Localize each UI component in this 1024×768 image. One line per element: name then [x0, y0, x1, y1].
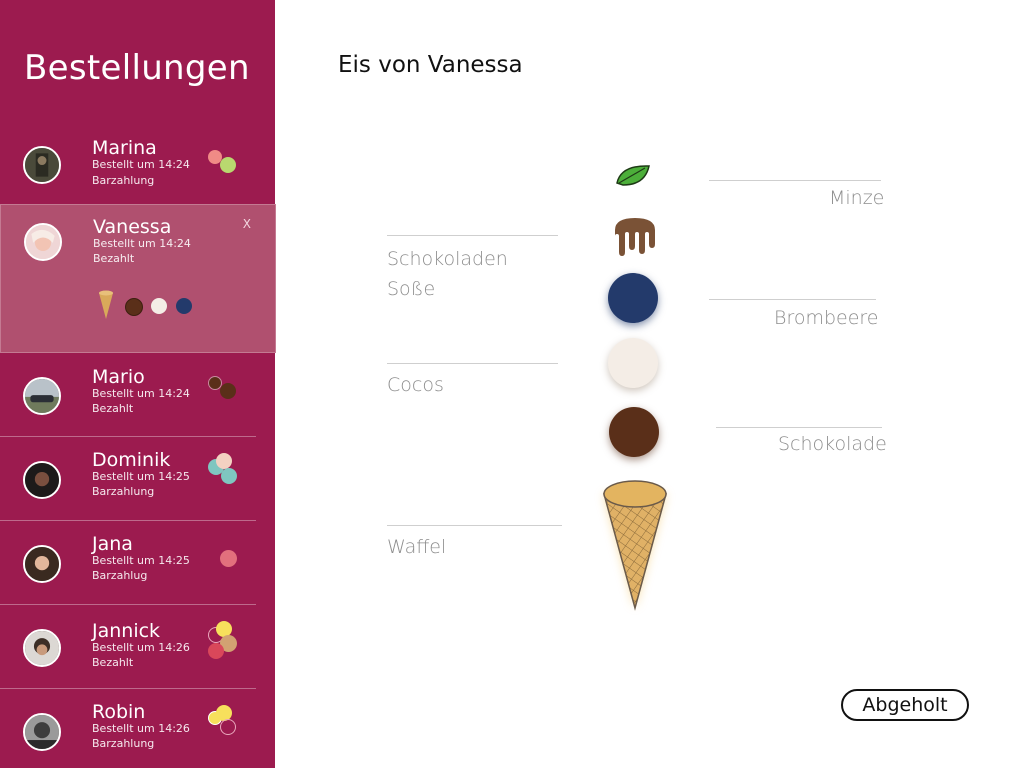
order-name: Vanessa	[93, 216, 172, 238]
flavor-dot	[151, 298, 167, 314]
order-time: Bestellt um 14:26	[92, 722, 190, 735]
flavor-dot	[220, 157, 236, 173]
flavor-dot	[220, 383, 236, 399]
topping-label-sauce-1: Schokoladen	[387, 248, 508, 270]
avatar	[23, 461, 61, 499]
label-line	[387, 525, 562, 526]
orders-sidebar: Bestellungen Marina Bestellt um 14:24 Ba…	[0, 0, 276, 768]
waffle-cone-icon	[603, 480, 667, 611]
avatar	[23, 629, 61, 667]
label-line	[716, 427, 882, 428]
sidebar-title: Bestellungen	[24, 48, 250, 88]
scoop-schokolade	[609, 407, 659, 457]
order-name: Marina	[92, 137, 157, 159]
close-icon[interactable]: X	[243, 217, 251, 231]
waffle-cone-icon	[99, 290, 113, 319]
flavor-dot	[220, 550, 237, 567]
order-payment: Barzahlung	[92, 485, 155, 498]
scoop-brombeere	[608, 273, 658, 323]
order-payment: Barzahlung	[92, 174, 155, 187]
topping-label-cocos: Cocos	[387, 374, 444, 396]
order-time: Bestellt um 14:26	[92, 641, 190, 654]
chocolate-sauce-icon	[615, 218, 655, 256]
avatar	[24, 223, 62, 261]
label-line	[387, 235, 558, 236]
label-line	[709, 299, 876, 300]
order-item-dominik[interactable]: Dominik Bestellt um 14:25 Barzahlung	[0, 437, 275, 520]
order-payment: Bezahlt	[93, 252, 135, 265]
order-time: Bestellt um 14:24	[93, 237, 191, 250]
topping-label-waffel: Waffel	[387, 536, 447, 558]
flavor-dot	[216, 453, 232, 469]
label-line	[387, 363, 558, 364]
topping-label-schokolade: Schokolade	[778, 433, 887, 455]
avatar	[23, 713, 61, 751]
order-payment: Barzahlug	[92, 569, 148, 582]
order-item-jana[interactable]: Jana Bestellt um 14:25 Barzahlug	[0, 521, 275, 604]
order-item-jannick[interactable]: Jannick Bestellt um 14:26 Bezahlt	[0, 605, 275, 688]
avatar	[23, 377, 61, 415]
flavor-dot	[221, 468, 237, 484]
flavor-dot	[208, 643, 224, 659]
mint-leaf-icon	[616, 165, 650, 186]
order-name: Jana	[92, 533, 133, 555]
order-time: Bestellt um 14:25	[92, 470, 190, 483]
topping-label-brombeere: Brombeere	[774, 307, 879, 329]
order-name: Robin	[92, 701, 146, 723]
order-time: Bestellt um 14:24	[92, 387, 190, 400]
order-time: Bestellt um 14:24	[92, 158, 190, 171]
avatar	[23, 146, 61, 184]
picked-up-button[interactable]: Abgeholt	[841, 689, 969, 721]
order-payment: Barzahlung	[92, 737, 155, 750]
order-detail-title: Eis von Vanessa	[338, 52, 523, 78]
flavor-dot	[220, 719, 236, 735]
flavor-dot	[176, 298, 192, 314]
flavor-dot	[125, 298, 143, 316]
order-name: Jannick	[92, 620, 161, 642]
order-item-mario[interactable]: Mario Bestellt um 14:24 Bezahlt	[0, 353, 275, 436]
order-payment: Bezahlt	[92, 656, 134, 669]
topping-label-sauce-2: Soße	[387, 278, 436, 300]
order-payment: Bezahlt	[92, 402, 134, 415]
scoop-cocos	[608, 338, 658, 388]
avatar	[23, 545, 61, 583]
topping-label-minze: Minze	[829, 187, 885, 209]
order-name: Mario	[92, 366, 145, 388]
order-name: Dominik	[92, 449, 171, 471]
order-item-vanessa[interactable]: X Vanessa Bestellt um 14:24 Bezahlt	[0, 204, 276, 353]
label-line	[709, 180, 881, 181]
order-time: Bestellt um 14:25	[92, 554, 190, 567]
order-item-marina[interactable]: Marina Bestellt um 14:24 Barzahlung	[0, 124, 275, 204]
order-item-robin[interactable]: Robin Bestellt um 14:26 Barzahlung	[0, 689, 275, 768]
